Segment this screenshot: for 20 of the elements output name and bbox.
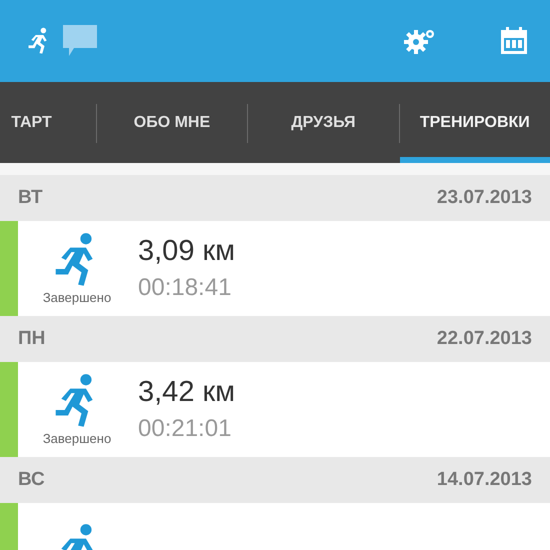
weekday: ВТ	[18, 187, 43, 209]
date: 22.07.2013	[436, 328, 532, 350]
workout-row[interactable]: Завершено 3,09 км 00:18:41	[0, 221, 550, 316]
tab[interactable]: ТРЕНИРОВКИ	[400, 82, 550, 163]
distance: 3,42 км	[138, 376, 236, 409]
calendar-icon[interactable]	[500, 27, 528, 55]
date: 23.07.2013	[436, 187, 532, 209]
status-label: Завершено	[42, 431, 112, 446]
duration: 00:18:41	[138, 274, 232, 302]
tab[interactable]: ОБО МНЕ	[96, 82, 248, 163]
chat-icon[interactable]	[62, 24, 98, 58]
tab[interactable]: ДРУЗЬЯ	[248, 82, 399, 163]
status-label: Завершено	[42, 290, 112, 305]
weekday: ВС	[18, 469, 45, 491]
date: 14.07.2013	[436, 469, 532, 491]
duration: 00:21:01	[138, 415, 232, 443]
weekday: ПН	[18, 328, 46, 350]
workout-row[interactable]: Завершено 3,42 км 00:21:01	[0, 362, 550, 457]
distance: 3,09 км	[138, 235, 236, 268]
tab[interactable]: ТАРТ	[0, 82, 96, 163]
